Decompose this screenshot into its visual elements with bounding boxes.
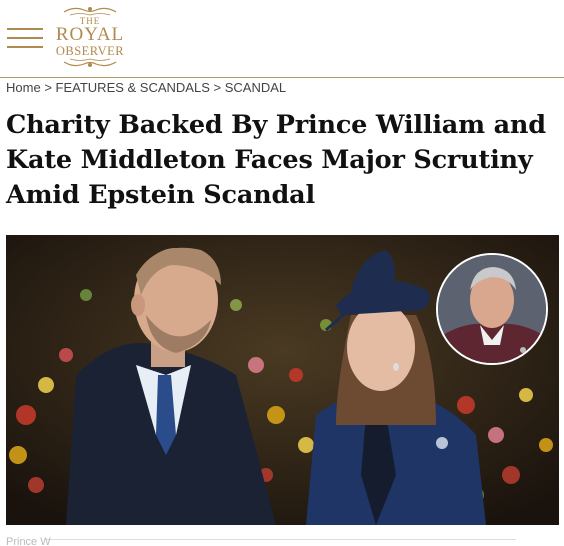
breadcrumb-separator: > xyxy=(213,80,222,95)
site-logo[interactable]: THE ROYAL OBSERVER xyxy=(50,4,130,70)
breadcrumb-home[interactable]: Home xyxy=(6,80,41,95)
menu-bar xyxy=(7,46,43,48)
article-title: Charity Backed By Prince William and Kat… xyxy=(6,110,546,210)
hamburger-menu-icon[interactable] xyxy=(7,26,43,50)
inset-portrait-photo xyxy=(438,255,546,363)
image-caption: Prince W xyxy=(6,536,51,546)
breadcrumb-category[interactable]: SCANDAL xyxy=(225,80,286,95)
menu-bar xyxy=(7,37,43,39)
breadcrumb-separator: > xyxy=(44,80,52,95)
breadcrumb: Home > FEATURES & SCANDALS > SCANDAL xyxy=(6,80,286,95)
logo-royal: ROYAL xyxy=(55,24,125,45)
inset-portrait xyxy=(436,253,548,365)
caption-divider xyxy=(46,539,516,540)
logo-observer: OBSERVER xyxy=(55,44,125,58)
site-header: THE ROYAL OBSERVER xyxy=(0,0,564,78)
breadcrumb-section[interactable]: FEATURES & SCANDALS xyxy=(56,80,210,95)
menu-bar xyxy=(7,28,43,30)
